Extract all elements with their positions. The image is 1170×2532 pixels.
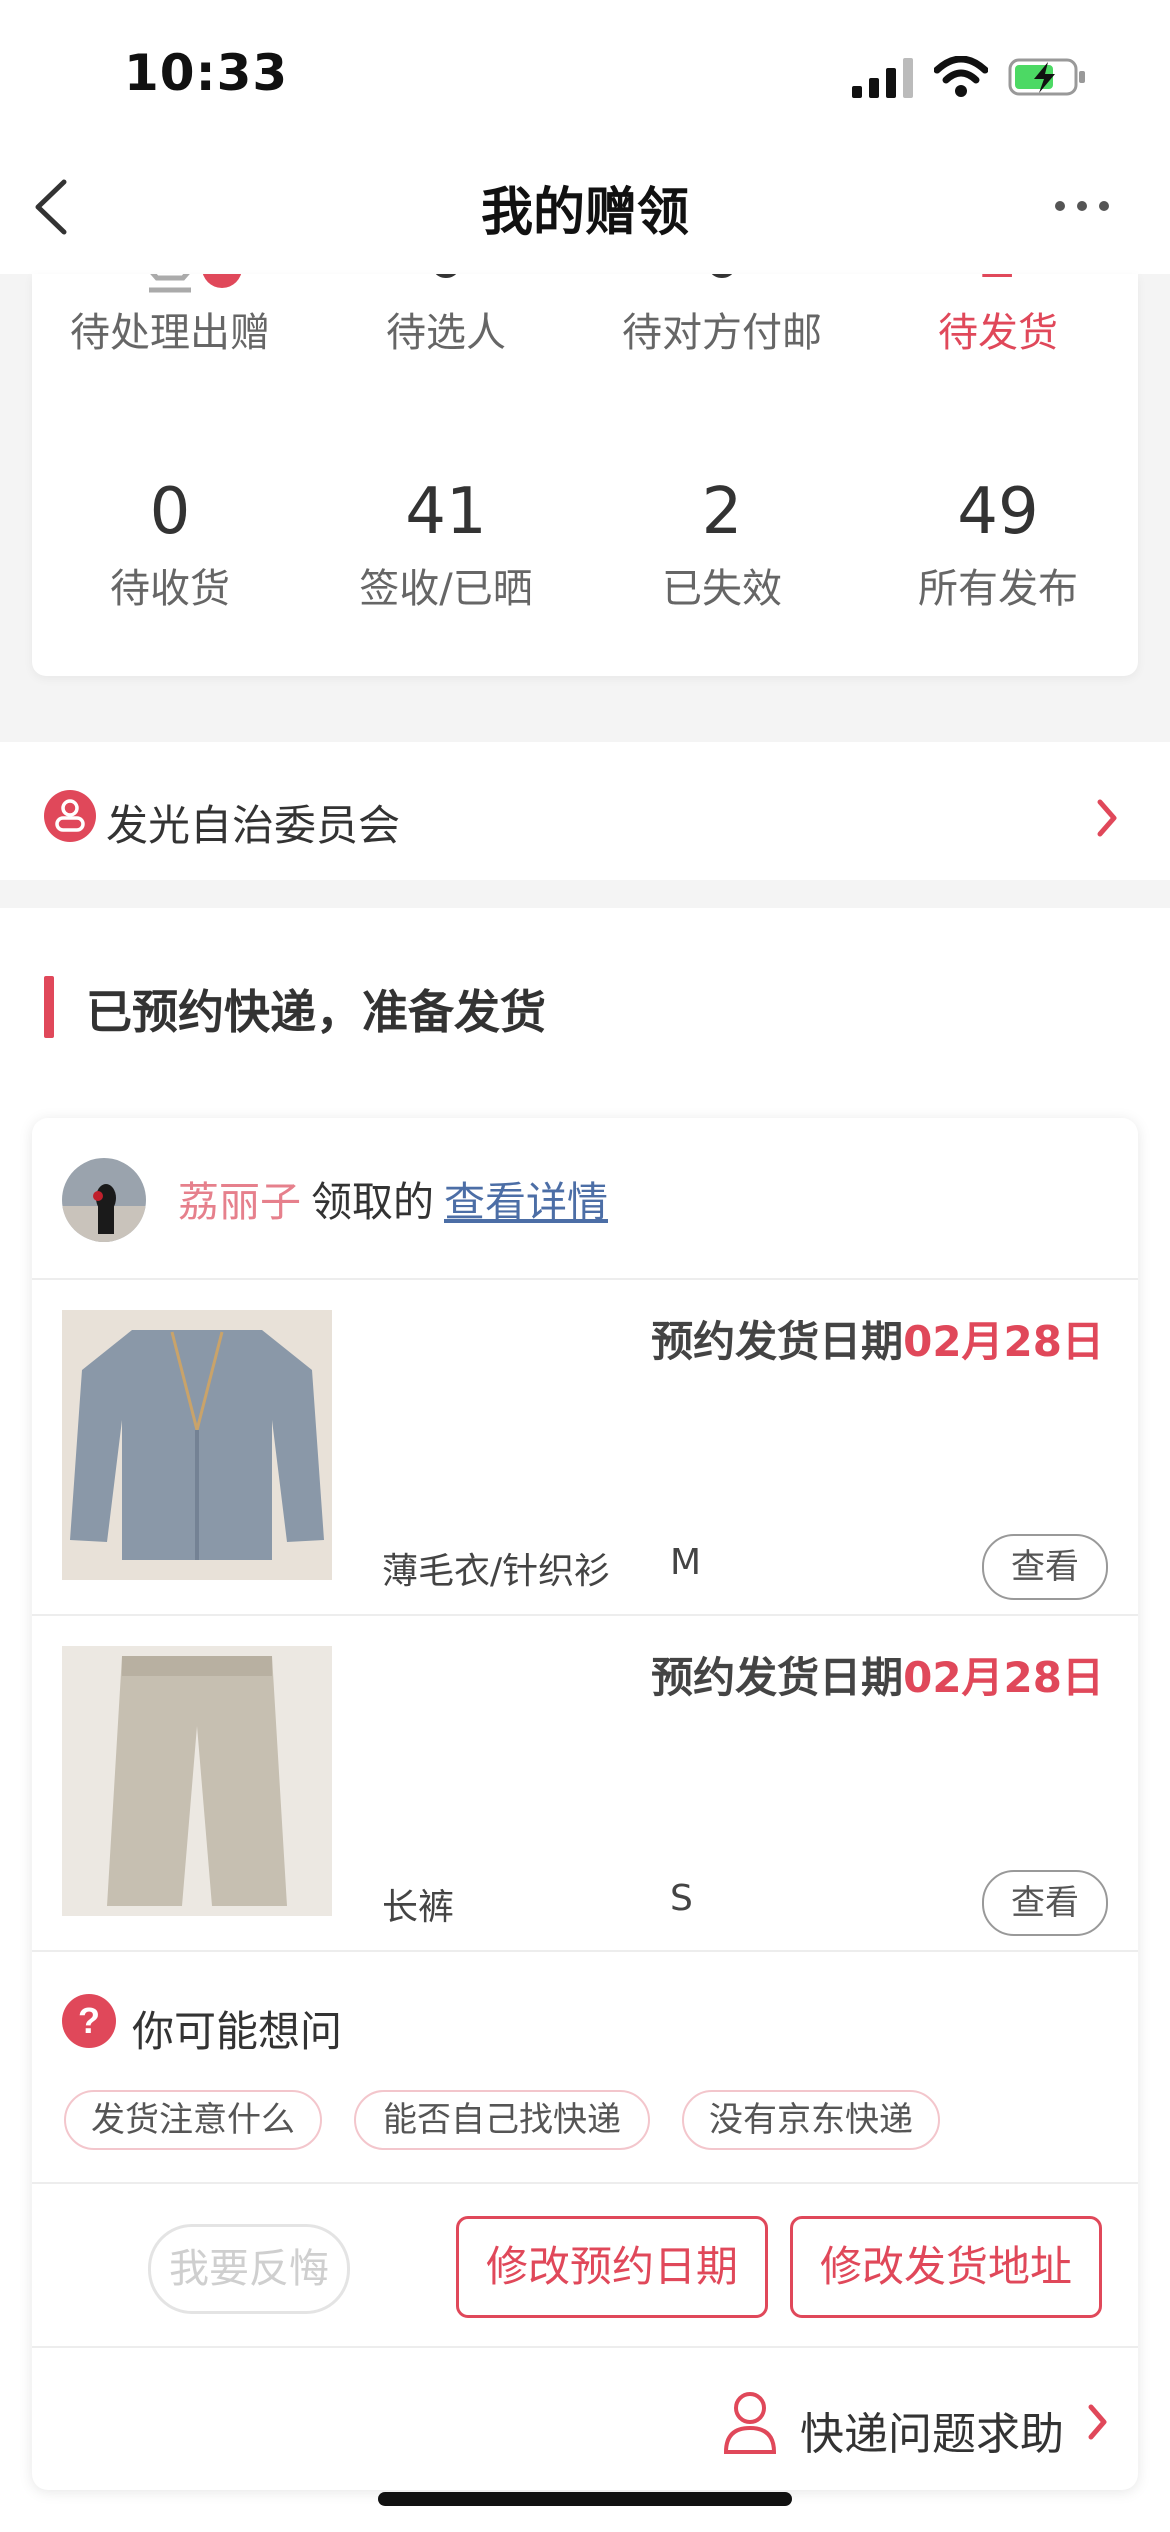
faq-title: 你可能想问	[132, 2007, 343, 2056]
faq-chip[interactable]: 没有京东快递	[682, 2090, 940, 2150]
faq-chip[interactable]: 发货注意什么	[64, 2090, 322, 2150]
stat-label: 待对方付邮	[622, 310, 822, 356]
stat-label: 所有发布	[918, 566, 1078, 612]
stat-expired[interactable]: 2 已失效	[584, 474, 860, 614]
pending-giveaway-icon	[32, 274, 308, 294]
stat-label: 待选人	[386, 310, 506, 356]
chevron-right-icon	[1086, 2402, 1110, 2442]
item-name: 薄毛衣/针织衫	[382, 1551, 611, 1592]
stat-value: 0	[149, 475, 191, 549]
view-item-button[interactable]: 查看	[982, 1534, 1108, 1600]
section-accent-bar	[44, 976, 54, 1038]
change-address-button[interactable]: 修改发货地址	[790, 2216, 1102, 2318]
svg-text:?: ?	[78, 2000, 100, 2041]
battery-icon	[1008, 56, 1088, 98]
stat-value: 0	[584, 274, 860, 294]
ship-date-value: 02月28日	[903, 1653, 1104, 1702]
stat-label: 签收/已晒	[359, 566, 533, 612]
stat-label: 待收货	[110, 566, 230, 612]
item-size: S	[670, 1878, 693, 1919]
stat-pending-receive[interactable]: 0 待收货	[32, 474, 308, 614]
status-time: 10:33	[124, 44, 289, 102]
stat-all-posts[interactable]: 49 所有发布	[860, 474, 1136, 614]
stat-label: 待处理出赠	[70, 310, 270, 356]
avatar[interactable]	[62, 1158, 146, 1242]
stat-pending-select[interactable]: 0 待选人	[308, 274, 584, 358]
receiver-line: 荔丽子 领取的 查看详情	[178, 1168, 608, 1228]
wifi-icon	[933, 55, 989, 98]
view-details-link[interactable]: 查看详情	[444, 1178, 608, 1226]
signal-icon	[852, 58, 916, 98]
more-icon[interactable]	[1052, 196, 1112, 216]
page-title: 我的赠领	[480, 183, 689, 243]
ship-date: 预约发货日期02月28日	[651, 1308, 1104, 1369]
stat-label: 已失效	[662, 566, 782, 612]
stat-pending-giveaway[interactable]: 待处理出赠	[32, 274, 308, 358]
stats-card: 待处理出赠 0 待选人 0 待对方付邮 2 待发货 0 待收货 41 签收/已晒…	[32, 274, 1138, 676]
receiver-name[interactable]: 荔丽子	[178, 1178, 301, 1226]
stat-value: 2	[701, 475, 743, 549]
chevron-right-icon	[1094, 796, 1120, 840]
stat-value: 0	[308, 274, 584, 294]
committee-icon	[44, 790, 96, 842]
ship-date: 预约发货日期02月28日	[651, 1644, 1104, 1705]
view-item-button[interactable]: 查看	[982, 1870, 1108, 1936]
receiver-suffix: 领取的	[311, 1178, 434, 1226]
item-name: 长裤	[382, 1887, 455, 1928]
ship-date-value: 02月28日	[903, 1317, 1104, 1366]
stat-label: 待发货	[938, 310, 1058, 356]
item-image-sweater[interactable]	[62, 1310, 332, 1580]
change-date-button[interactable]: 修改预约日期	[456, 2216, 768, 2318]
stat-pending-ship[interactable]: 2 待发货	[860, 274, 1136, 358]
stat-value: 41	[405, 475, 487, 549]
item-image-pants[interactable]	[62, 1646, 332, 1916]
faq-chip[interactable]: 能否自己找快递	[354, 2090, 650, 2150]
stat-signed[interactable]: 41 签收/已晒	[308, 474, 584, 614]
person-icon	[722, 2390, 778, 2454]
ship-date-prefix: 预约发货日期	[651, 1653, 904, 1702]
ship-date-prefix: 预约发货日期	[651, 1317, 904, 1366]
item-size: M	[670, 1542, 702, 1583]
home-indicator	[378, 2492, 792, 2506]
section-title: 已预约快递，准备发货	[86, 985, 546, 1039]
stat-pending-postage[interactable]: 0 待对方付邮	[584, 274, 860, 358]
stat-value: 2	[860, 274, 1136, 294]
express-help-link[interactable]: 快递问题求助	[800, 2398, 1064, 2462]
regret-button[interactable]: 我要反悔	[148, 2224, 350, 2314]
question-icon: ?	[62, 1994, 116, 2048]
committee-label: 发光自治委员会	[106, 801, 401, 850]
stat-value: 49	[957, 475, 1039, 549]
